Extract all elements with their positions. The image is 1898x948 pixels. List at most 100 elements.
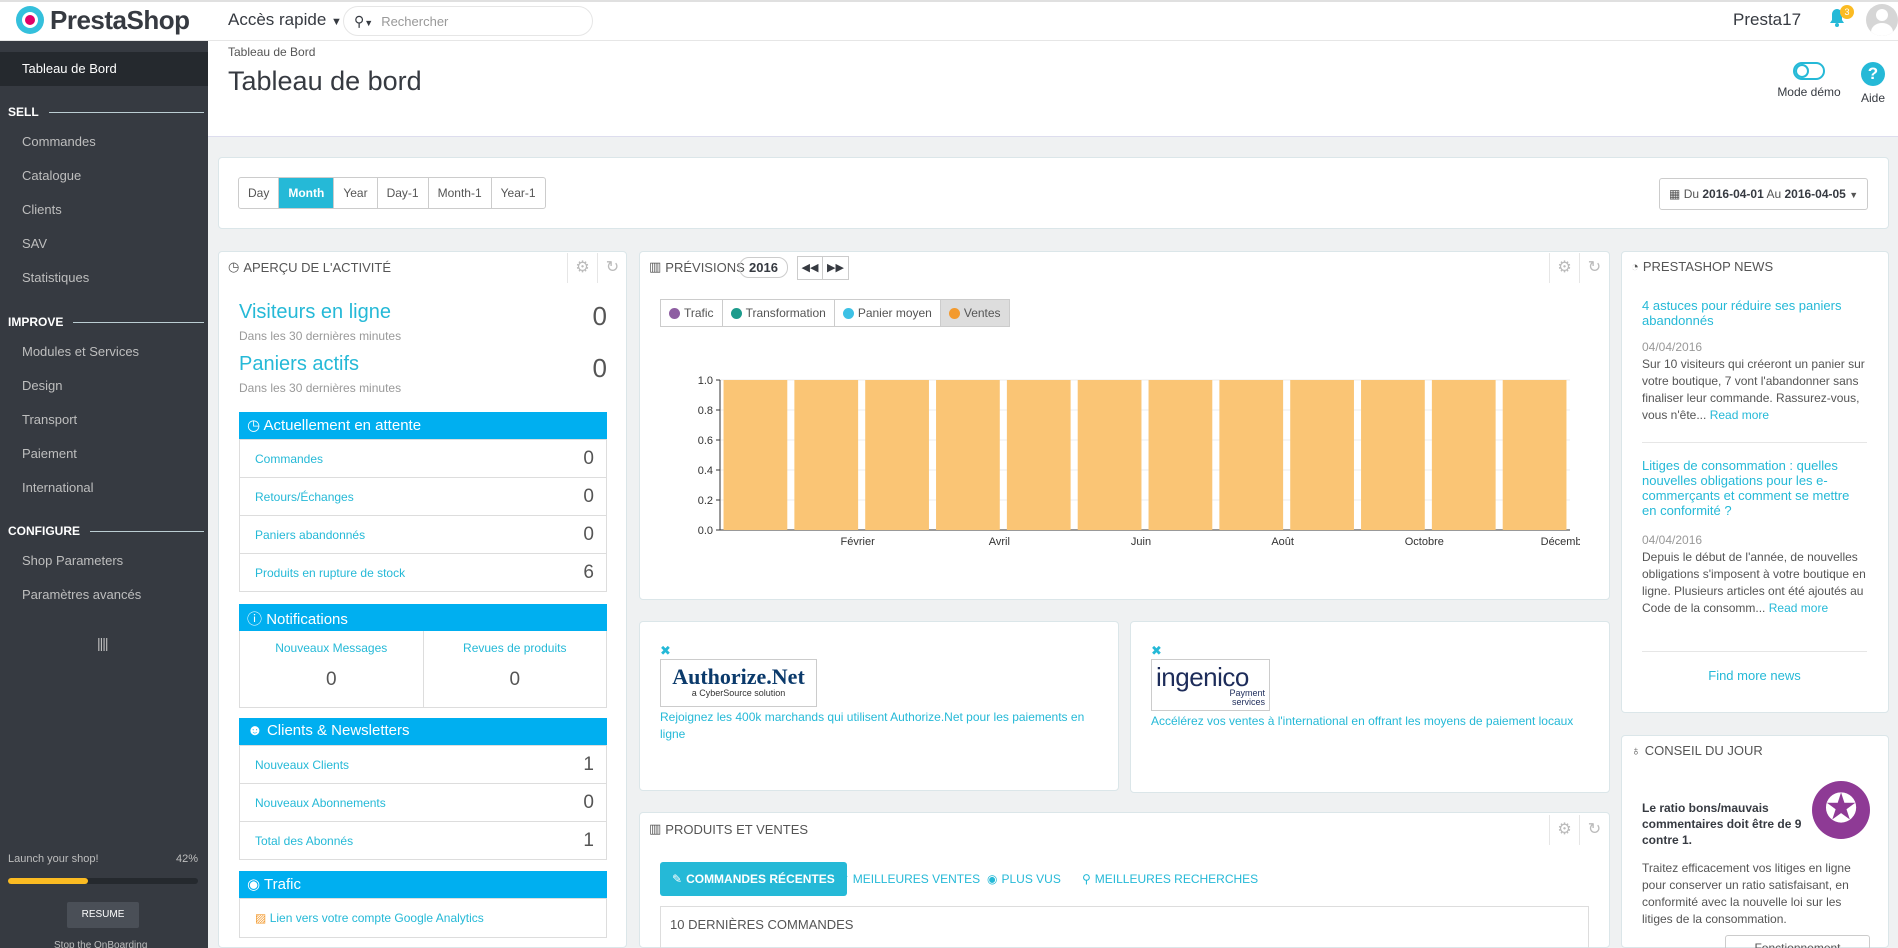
chart-bar (794, 380, 859, 530)
y-tick-label: 0.6 (698, 435, 713, 447)
sidebar-item-service[interactable]: SAV (22, 236, 47, 251)
period-month-1-button[interactable]: Month-1 (429, 178, 492, 208)
launch-percent: 42% (175, 853, 198, 865)
news-item-body: Depuis le début de l'année, de nouvelles… (1642, 550, 1866, 615)
list-item[interactable]: Produits en rupture de stock 6 (240, 553, 606, 591)
star-badge-icon: ✪ (1812, 781, 1870, 839)
pencil-icon: ✎ (672, 872, 683, 886)
period-year-1-button[interactable]: Year-1 (492, 178, 545, 208)
tip-more-button[interactable]: Fonctionnement (1725, 935, 1870, 948)
prestashop-logo[interactable]: PrestaShop (16, 5, 190, 35)
gear-icon[interactable]: ⚙ (1549, 253, 1579, 283)
tip-body: Traitez efficacement vos litiges en lign… (1642, 861, 1851, 926)
close-icon[interactable]: ✖ (1151, 643, 1162, 659)
google-analytics-link[interactable]: ▨ Lien vers votre compte Google Analytic… (240, 898, 606, 936)
legend-conversion[interactable]: Transformation (721, 299, 835, 327)
list-item[interactable]: Paniers abandonnés 0 (240, 515, 606, 553)
period-selector: Day Month Year Day-1 Month-1 Year-1 (238, 177, 546, 209)
search-input[interactable]: Rechercher (381, 14, 448, 29)
tip-title: ♁ CONSEIL DU JOUR (1631, 743, 1763, 758)
tab-most-viewed[interactable]: ◉ PLUS VUS (975, 862, 1073, 896)
list-item[interactable]: Commandes 0 (240, 439, 606, 477)
notifications-bell[interactable]: 3 (1828, 5, 1854, 32)
find-more-news-link[interactable]: Find more news (1642, 668, 1867, 683)
list-item[interactable]: Total des Abonnés 1 (240, 821, 606, 859)
tab-recent-orders[interactable]: ✎ COMMANDES RÉCENTES (660, 862, 847, 896)
legend-sales[interactable]: Ventes (939, 299, 1010, 327)
period-day-1-button[interactable]: Day-1 (378, 178, 429, 208)
news-item-date: 04/04/2016 (1642, 533, 1703, 547)
avatar[interactable] (1866, 4, 1898, 36)
news-item-title[interactable]: Litiges de consommation : quelles nouvel… (1642, 458, 1867, 518)
online-visitors-link[interactable]: Visiteurs en ligne (239, 301, 391, 324)
list-item[interactable]: Nouveaux Clients 1 (240, 745, 606, 783)
refresh-icon[interactable]: ↻ (1579, 815, 1609, 845)
sidebar-item-payment[interactable]: Paiement (22, 446, 77, 461)
gear-icon[interactable]: ⚙ (567, 253, 597, 283)
sidebar-item-orders[interactable]: Commandes (22, 134, 96, 149)
refresh-icon[interactable]: ↻ (597, 253, 627, 283)
y-tick-label: 1.0 (698, 375, 713, 387)
sidebar-item-dashboard[interactable]: Tableau de Bord (0, 52, 208, 86)
chart-bar (865, 380, 929, 530)
new-messages-cell[interactable]: Nouveaux Messages 0 (240, 631, 424, 707)
authorize-logo: Authorize.Net a CyberSource solution (660, 659, 817, 707)
sidebar-item-customers[interactable]: Clients (22, 202, 62, 217)
sidebar-item-design[interactable]: Design (22, 378, 62, 393)
demo-mode-toggle[interactable]: Mode démo (1774, 62, 1844, 99)
product-reviews-cell[interactable]: Revues de produits 0 (424, 631, 607, 707)
period-month-button[interactable]: Month (279, 178, 335, 208)
year-nav: ◀◀ ▶▶ (797, 256, 849, 280)
sidebar-item-modules[interactable]: Modules et Services (22, 344, 139, 359)
y-tick-label: 0.2 (698, 495, 713, 507)
active-carts-link[interactable]: Paniers actifs (239, 353, 359, 376)
caret-down-icon: ▼ (1849, 190, 1859, 200)
sidebar-item-advanced-params[interactable]: Paramètres avancés (22, 587, 141, 602)
legend-average-cart[interactable]: Panier moyen (833, 299, 941, 327)
search-icon[interactable]: ⚲▼ (354, 13, 373, 30)
resume-button[interactable]: RESUME (67, 902, 139, 928)
read-more-link[interactable]: Read more (1769, 601, 1828, 615)
help-button[interactable]: ? Aide (1858, 62, 1888, 105)
caret-down-icon: ▼ (331, 16, 342, 28)
date-range-picker[interactable]: ▦ Du 2016-04-01 Au 2016-04-05 ▼ (1659, 178, 1869, 210)
news-item-title[interactable]: 4 astuces pour réduire ses paniers aband… (1642, 298, 1867, 328)
sidebar-item-international[interactable]: International (22, 480, 94, 495)
help-icon: ? (1861, 62, 1885, 86)
legend-traffic[interactable]: Trafic (660, 299, 723, 327)
quick-access-dropdown[interactable]: Accès rapide ▼ (228, 10, 342, 30)
next-year-icon[interactable]: ▶▶ (823, 256, 849, 280)
refresh-icon[interactable]: ↻ (1579, 253, 1609, 283)
stop-onboarding-link[interactable]: Stop the OnBoarding (54, 940, 147, 948)
list-item[interactable]: Nouveaux Abonnements 0 (240, 783, 606, 821)
list-item[interactable]: Retours/Échanges 0 (240, 477, 606, 515)
tab-best-sellers[interactable]: ♛ MEILLEURES VENTES (826, 862, 992, 896)
chart-bar (1219, 380, 1284, 530)
ingenico-promo-text[interactable]: Accélérez vos ventes à l'international e… (1151, 713, 1581, 730)
user-icon: ☻ (247, 722, 263, 739)
read-more-link[interactable]: Read more (1710, 408, 1769, 422)
shop-name-link[interactable]: Presta17 (1733, 10, 1801, 30)
period-day-button[interactable]: Day (239, 178, 280, 208)
authorize-promo-text[interactable]: Rejoignez les 400k marchands qui utilise… (660, 709, 1100, 743)
close-icon[interactable]: ✖ (660, 643, 671, 659)
sidebar-item-catalog[interactable]: Catalogue (22, 168, 81, 183)
calendar-icon: ▦ (1669, 187, 1681, 201)
tab-top-searches[interactable]: ⚲ MEILLEURES RECHERCHES (1070, 862, 1270, 896)
previous-year-icon[interactable]: ◀◀ (797, 256, 823, 280)
sidebar-item-shipping[interactable]: Transport (22, 412, 77, 427)
gear-icon[interactable]: ⚙ (1549, 815, 1579, 845)
globe-icon: ◉ (247, 876, 261, 893)
bar-chart-icon: ▥ (649, 821, 662, 836)
chart-bar (1431, 380, 1496, 530)
legend-dot (842, 307, 854, 319)
sidebar-item-shop-params[interactable]: Shop Parameters (22, 553, 123, 568)
breadcrumb[interactable]: Tableau de Bord (228, 45, 315, 59)
search-box[interactable]: ⚲▼ Rechercher (343, 6, 593, 36)
sidebar-item-stats[interactable]: Statistiques (22, 270, 89, 285)
bar-chart-icon: ▥ (649, 259, 662, 274)
activity-title: ◷ APERÇU DE L'ACTIVITÉ (228, 259, 392, 275)
chart-bar (1361, 380, 1425, 530)
period-year-button[interactable]: Year (334, 178, 378, 208)
collapse-menu-icon[interactable]: |||| (97, 635, 109, 651)
